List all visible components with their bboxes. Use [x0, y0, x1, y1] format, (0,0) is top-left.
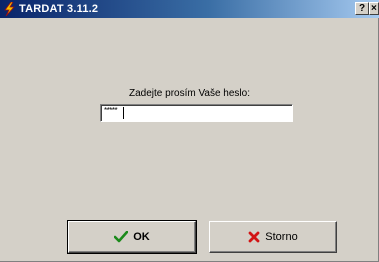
cancel-button[interactable]: Storno — [209, 221, 337, 253]
ok-button-label: OK — [133, 231, 150, 243]
close-button[interactable]: × — [369, 2, 379, 15]
ok-button[interactable]: OK — [67, 220, 197, 254]
cancel-button-label: Storno — [265, 231, 298, 243]
checkmark-icon — [114, 231, 129, 243]
password-prompt-label: Zadejte prosím Vaše heslo: — [129, 88, 250, 99]
title-bar[interactable]: TARDAT 3.11.2 ? × — [0, 0, 379, 18]
help-button[interactable]: ? — [355, 2, 369, 15]
login-dialog: TARDAT 3.11.2 ? × Zadejte prosím Vaše he… — [0, 0, 379, 262]
text-caret — [123, 107, 124, 119]
lightning-bolt-icon — [2, 2, 16, 16]
window-title: TARDAT 3.11.2 — [19, 3, 99, 15]
password-masked-value: ***** — [104, 106, 118, 115]
password-input[interactable]: ***** — [100, 104, 293, 122]
x-mark-icon — [248, 231, 260, 243]
